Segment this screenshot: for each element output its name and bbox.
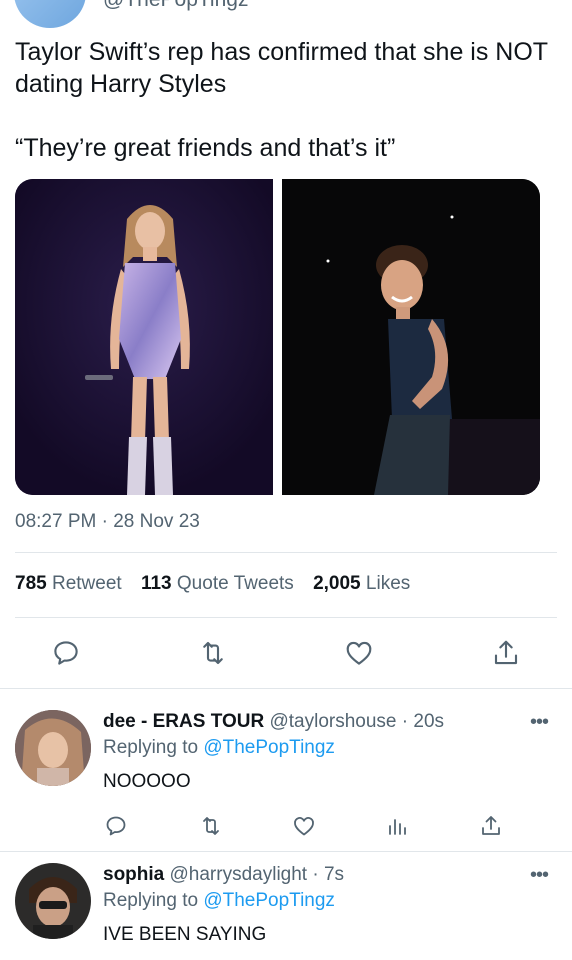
reply-author-name[interactable]: sophia (103, 864, 164, 885)
divider (15, 617, 557, 618)
divider (15, 552, 557, 553)
quote-count[interactable]: 113 (141, 573, 172, 594)
performer-image-2 (282, 179, 540, 495)
replying-prefix: Replying to (103, 737, 199, 758)
quote-label[interactable]: Quote Tweets (177, 573, 294, 594)
like-icon[interactable] (292, 814, 316, 838)
reply-header: sophia @harrysdaylight · 7s (103, 864, 344, 886)
author-avatar[interactable] (14, 0, 86, 28)
retweet-label[interactable]: Retweet (52, 573, 122, 594)
performer-image-1 (15, 179, 273, 495)
replying-to: Replying to @ThePopTingz (103, 737, 335, 759)
like-count[interactable]: 2,005 (313, 573, 361, 594)
tweet-stats: 785 Retweet 113 Quote Tweets 2,005 Likes (15, 573, 410, 595)
reply-time[interactable]: · 7s (312, 864, 344, 885)
like-label[interactable]: Likes (366, 573, 410, 594)
reply-time[interactable]: · 20s (402, 711, 444, 732)
reply-icon[interactable] (104, 814, 128, 838)
reply-author-handle[interactable]: @harrysdaylight (170, 864, 308, 885)
tweet-text: Taylor Swift’s rep has confirmed that sh… (15, 38, 548, 162)
avatar-image (15, 710, 91, 786)
reply-text: NOOOOO (103, 771, 191, 792)
reply-header: dee - ERAS TOUR @taylorshouse · 20s (103, 711, 444, 733)
like-icon[interactable] (344, 638, 374, 668)
author-handle[interactable]: @ThePopTingz (103, 0, 248, 12)
tweet-photo-1[interactable] (15, 179, 273, 495)
retweet-icon[interactable] (199, 814, 223, 838)
avatar-image (15, 863, 91, 939)
reply-icon[interactable] (51, 638, 81, 668)
share-icon[interactable] (491, 638, 521, 668)
retweet-icon[interactable] (198, 638, 228, 668)
tweet-photo-2[interactable] (282, 179, 540, 495)
reply-author-name[interactable]: dee - ERAS TOUR (103, 711, 264, 732)
reply-avatar[interactable] (15, 863, 91, 939)
reply-author-handle[interactable]: @taylorshouse (269, 711, 396, 732)
replying-to-link[interactable]: @ThePopTingz (203, 737, 335, 758)
more-icon[interactable]: ••• (530, 711, 549, 734)
retweet-count[interactable]: 785 (15, 573, 47, 594)
replying-to: Replying to @ThePopTingz (103, 890, 335, 912)
reply-text: IVE BEEN SAYING (103, 924, 267, 945)
divider (0, 851, 572, 852)
divider (0, 688, 572, 689)
tweet-timestamp[interactable]: 08:27 PM · 28 Nov 23 (15, 511, 200, 533)
replying-to-link[interactable]: @ThePopTingz (203, 890, 335, 911)
more-icon[interactable]: ••• (530, 864, 549, 887)
reply-avatar[interactable] (15, 710, 91, 786)
analytics-icon[interactable] (386, 814, 410, 838)
replying-prefix: Replying to (103, 890, 199, 911)
share-icon[interactable] (479, 814, 503, 838)
